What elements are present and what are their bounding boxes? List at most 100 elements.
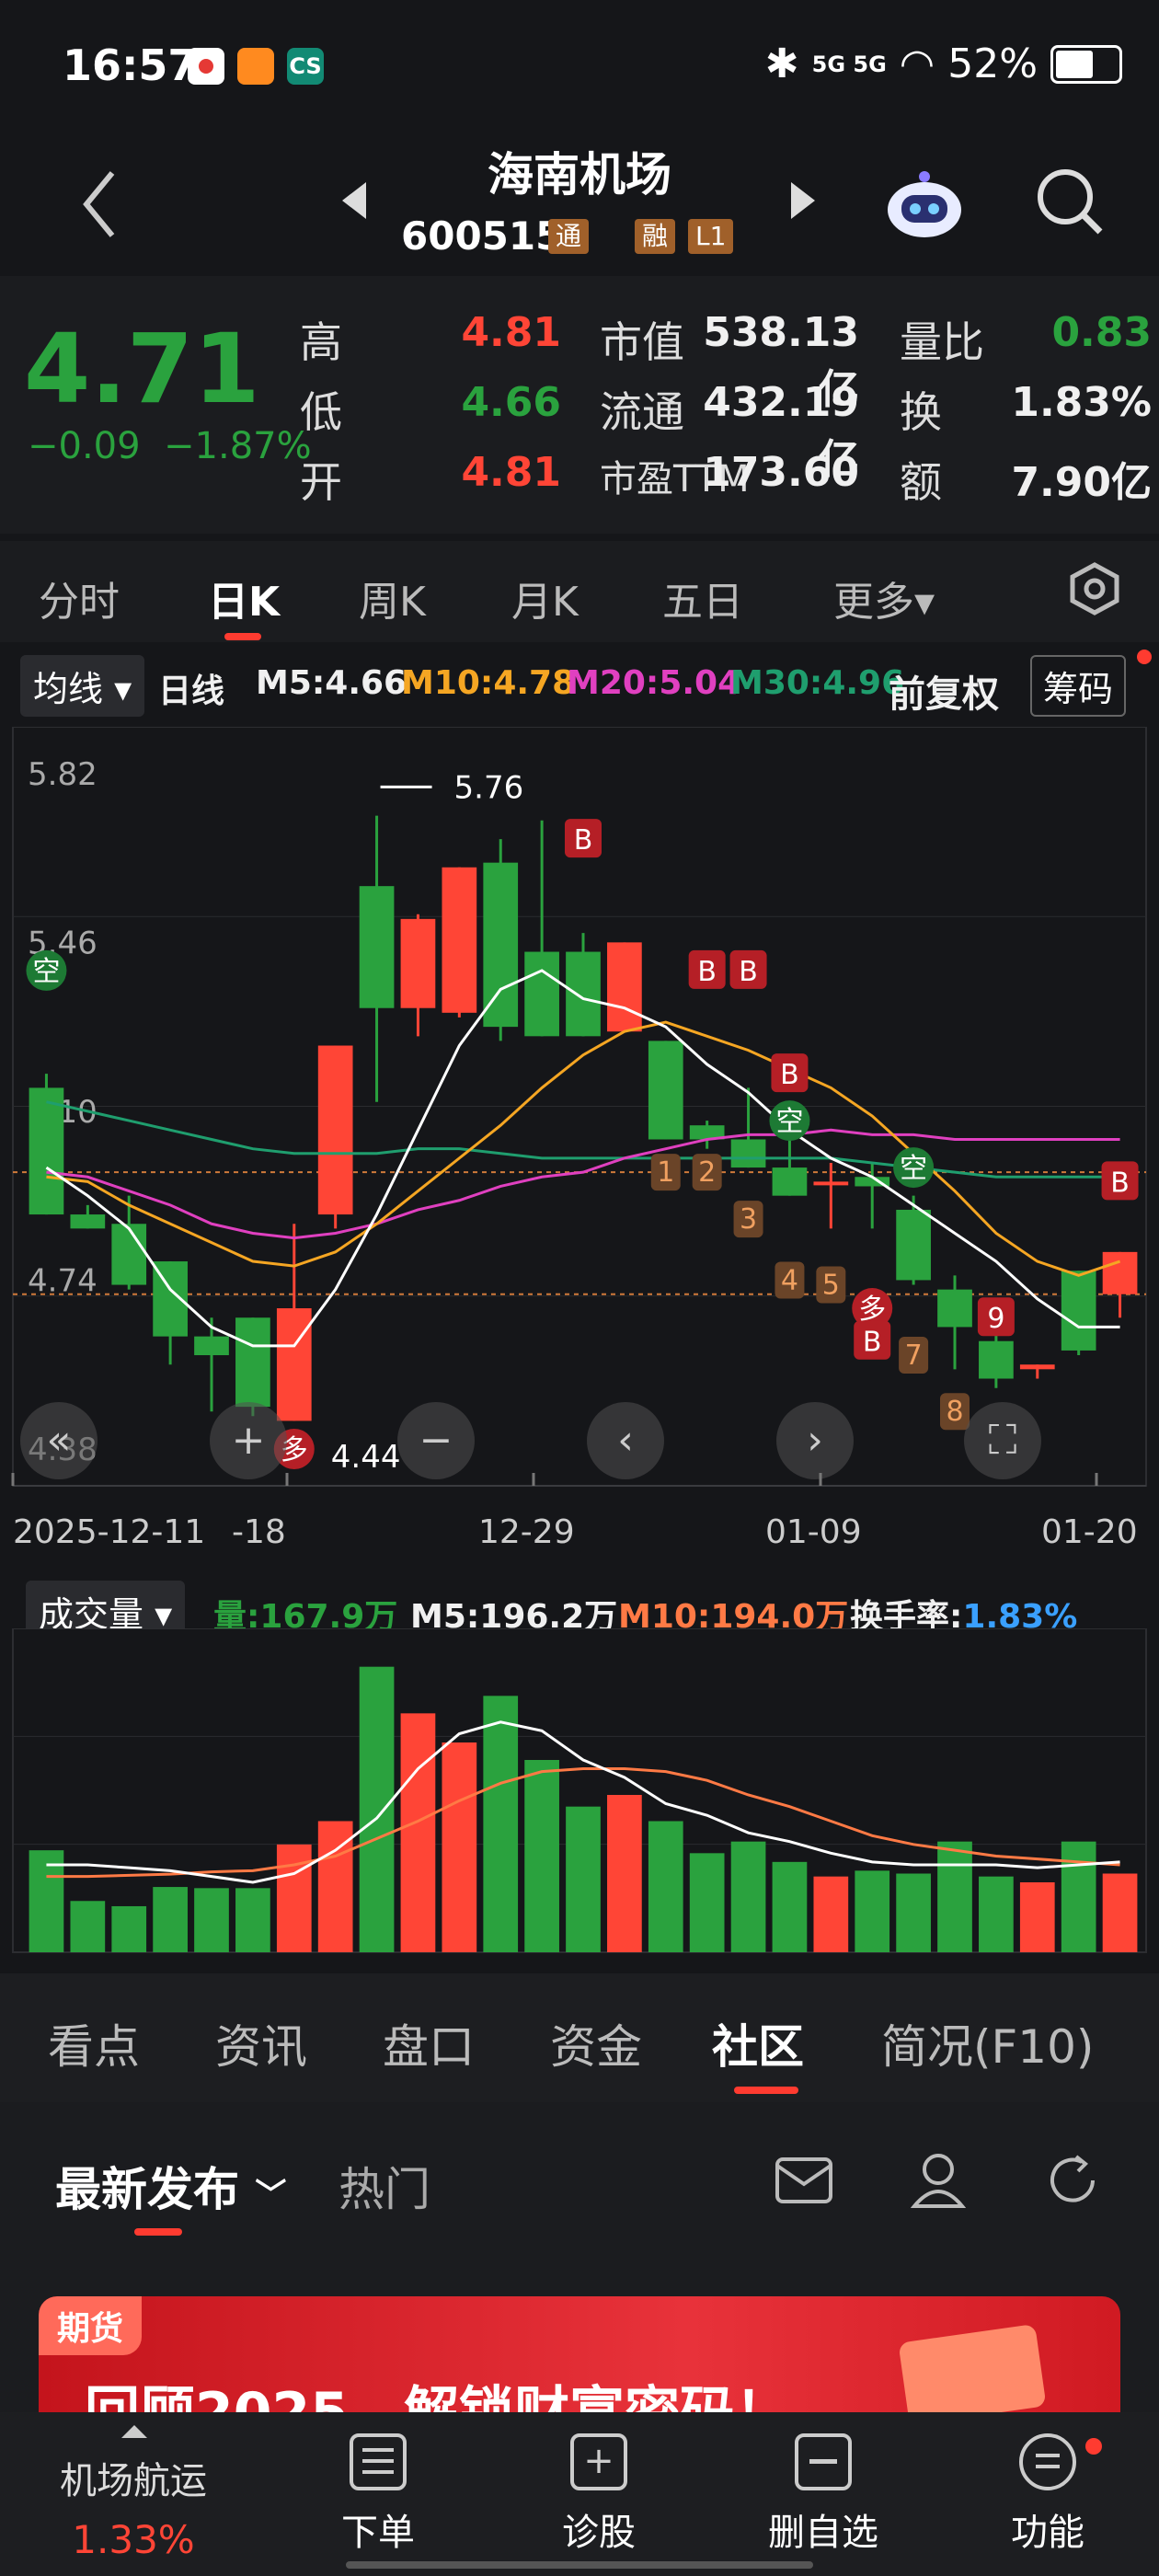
volume-bar <box>1061 1841 1096 1952</box>
volume-bar <box>937 1841 972 1952</box>
wifi-icon: ◠ <box>899 40 935 87</box>
y-tick-label: 5.82 <box>28 756 98 793</box>
turnover-label: 换 <box>900 387 942 437</box>
candle-body <box>937 1289 972 1328</box>
chart-control-2[interactable]: − <box>397 1402 475 1479</box>
price-change: −0.09 −1.87% <box>28 425 312 467</box>
candle-body <box>1019 1364 1055 1370</box>
function-badge-dot <box>1085 2438 1102 2455</box>
tab-monthly-k[interactable]: 月K <box>511 569 579 627</box>
sector-name[interactable]: 机场航运 <box>37 2451 230 2504</box>
market-cap-label: 市值 <box>600 317 684 367</box>
candle-body <box>111 1224 147 1285</box>
remove-watchlist-icon <box>795 2433 852 2490</box>
chart-control-0[interactable]: « <box>20 1402 98 1479</box>
low-label: 低 <box>300 387 342 437</box>
notification-dot <box>1137 650 1152 664</box>
stock-name: 海南机场 <box>488 148 671 201</box>
low-value: 4.66 <box>461 379 561 426</box>
y-tick-label: 4.74 <box>28 1262 98 1299</box>
chart-control-4[interactable]: › <box>776 1402 854 1479</box>
mail-icon <box>775 2157 832 2203</box>
tab-highlights[interactable]: 看点 <box>48 2010 140 2076</box>
chip-distribution-button[interactable]: 筹码 <box>1030 655 1127 717</box>
refresh-button[interactable] <box>1045 2153 1100 2212</box>
candle-body <box>70 1214 106 1229</box>
hot-posts-tab[interactable]: 热门 <box>339 2153 430 2219</box>
map-app-icon <box>188 48 224 85</box>
sequence-label: 3 <box>740 1203 757 1236</box>
volume-bar <box>483 1696 519 1952</box>
tab-news[interactable]: 资讯 <box>215 2010 307 2076</box>
latest-posts-tab[interactable]: 最新发布 ﹀ <box>55 2153 286 2219</box>
volume-bar <box>359 1666 395 1952</box>
function-menu-icon <box>1019 2433 1076 2490</box>
ma10-value: M10:4.78 <box>401 664 576 702</box>
volume-bar <box>111 1905 147 1952</box>
candle-body <box>648 1041 683 1140</box>
candle-body <box>566 951 601 1037</box>
diagnose-button[interactable]: 诊股 <box>507 2502 691 2556</box>
battery-icon <box>1050 44 1122 84</box>
volume-bar <box>979 1876 1014 1952</box>
tab-intraday[interactable]: 分时 <box>39 569 120 627</box>
kline-chart[interactable]: 5.825.465.104.744.385.764.44空BBBB空空多B9B多… <box>0 727 1159 1555</box>
status-icons: ✱ 5G 5G ◠ 52% <box>765 40 1122 87</box>
sequence-label: 1 <box>657 1156 674 1189</box>
chart-control-3[interactable]: ‹ <box>587 1402 664 1479</box>
volume-chart <box>12 1628 1147 1953</box>
high-label: 高 <box>300 317 342 367</box>
tab-community[interactable]: 社区 <box>712 2010 804 2076</box>
tab-more[interactable]: 更多▾ <box>833 569 935 627</box>
candle-body <box>730 1139 766 1168</box>
order-button[interactable]: 下单 <box>286 2502 470 2556</box>
tab-orderbook[interactable]: 盘口 <box>383 2010 475 2076</box>
status-bar: 16:57 CS ✱ 5G 5G ◠ 52% <box>0 0 1159 129</box>
line-type: 日线 <box>158 673 225 710</box>
tab-weekly-k[interactable]: 周K <box>359 569 426 627</box>
signal-icon: 5G 5G <box>811 51 887 77</box>
chart-settings-button[interactable] <box>1067 561 1122 620</box>
chart-control-5[interactable]: ⛶ <box>964 1402 1041 1479</box>
caret-up-icon <box>121 2425 147 2438</box>
tab-f10[interactable]: 简况(F10) <box>881 2010 1094 2076</box>
remove-watchlist-button[interactable]: 删自选 <box>731 2502 915 2556</box>
chart-control-icon: ⛶ <box>989 1417 1017 1464</box>
tab-daily-k[interactable]: 日K <box>208 569 280 627</box>
signal-label: B <box>697 956 717 988</box>
candle-body <box>813 1181 849 1186</box>
stock-code: 600515 <box>401 213 563 259</box>
clock: 16:57 <box>63 40 198 90</box>
banner-tag: 期货 <box>39 2296 143 2355</box>
ma-selector[interactable]: 均线 ▾ <box>20 655 145 717</box>
candle-body <box>896 1209 931 1281</box>
x-tick-label: 01-20 <box>1041 1513 1138 1551</box>
function-button[interactable]: 功能 <box>956 2502 1140 2556</box>
adjust-type[interactable]: 前复权 <box>889 664 999 718</box>
messages-button[interactable] <box>775 2156 833 2208</box>
battery-percent: 52% <box>947 40 1038 87</box>
user-icon <box>910 2154 967 2208</box>
min-price-label: 4.44 <box>331 1439 401 1476</box>
candle-body <box>1102 1251 1138 1294</box>
promo-banner[interactable]: 期货 回顾2025，解锁财富密码！ <box>39 2296 1120 2412</box>
ma20-value: M20:5.04 <box>567 664 741 702</box>
candle-body <box>235 1317 270 1408</box>
tab-fund-flow[interactable]: 资金 <box>550 2010 642 2076</box>
profile-button[interactable] <box>910 2151 967 2212</box>
candle-body <box>483 862 519 1028</box>
feed-tab-underline <box>134 2228 182 2236</box>
chart-control-1[interactable]: + <box>210 1402 287 1479</box>
candle-body <box>442 867 477 1013</box>
signal-label: 空 <box>900 1153 927 1185</box>
period-tabs <box>0 541 1159 642</box>
candle-body <box>1061 1271 1096 1351</box>
home-indicator <box>346 2561 813 2569</box>
signal-label: 9 <box>987 1303 1004 1335</box>
ma5-value: M5:4.66 <box>256 664 407 702</box>
x-tick-label: 01-09 <box>765 1513 862 1551</box>
volume-bar <box>1019 1882 1055 1952</box>
max-price-label: 5.76 <box>454 769 524 806</box>
tab-five-day[interactable]: 五日 <box>662 569 743 627</box>
signal-label: B <box>1110 1167 1130 1199</box>
